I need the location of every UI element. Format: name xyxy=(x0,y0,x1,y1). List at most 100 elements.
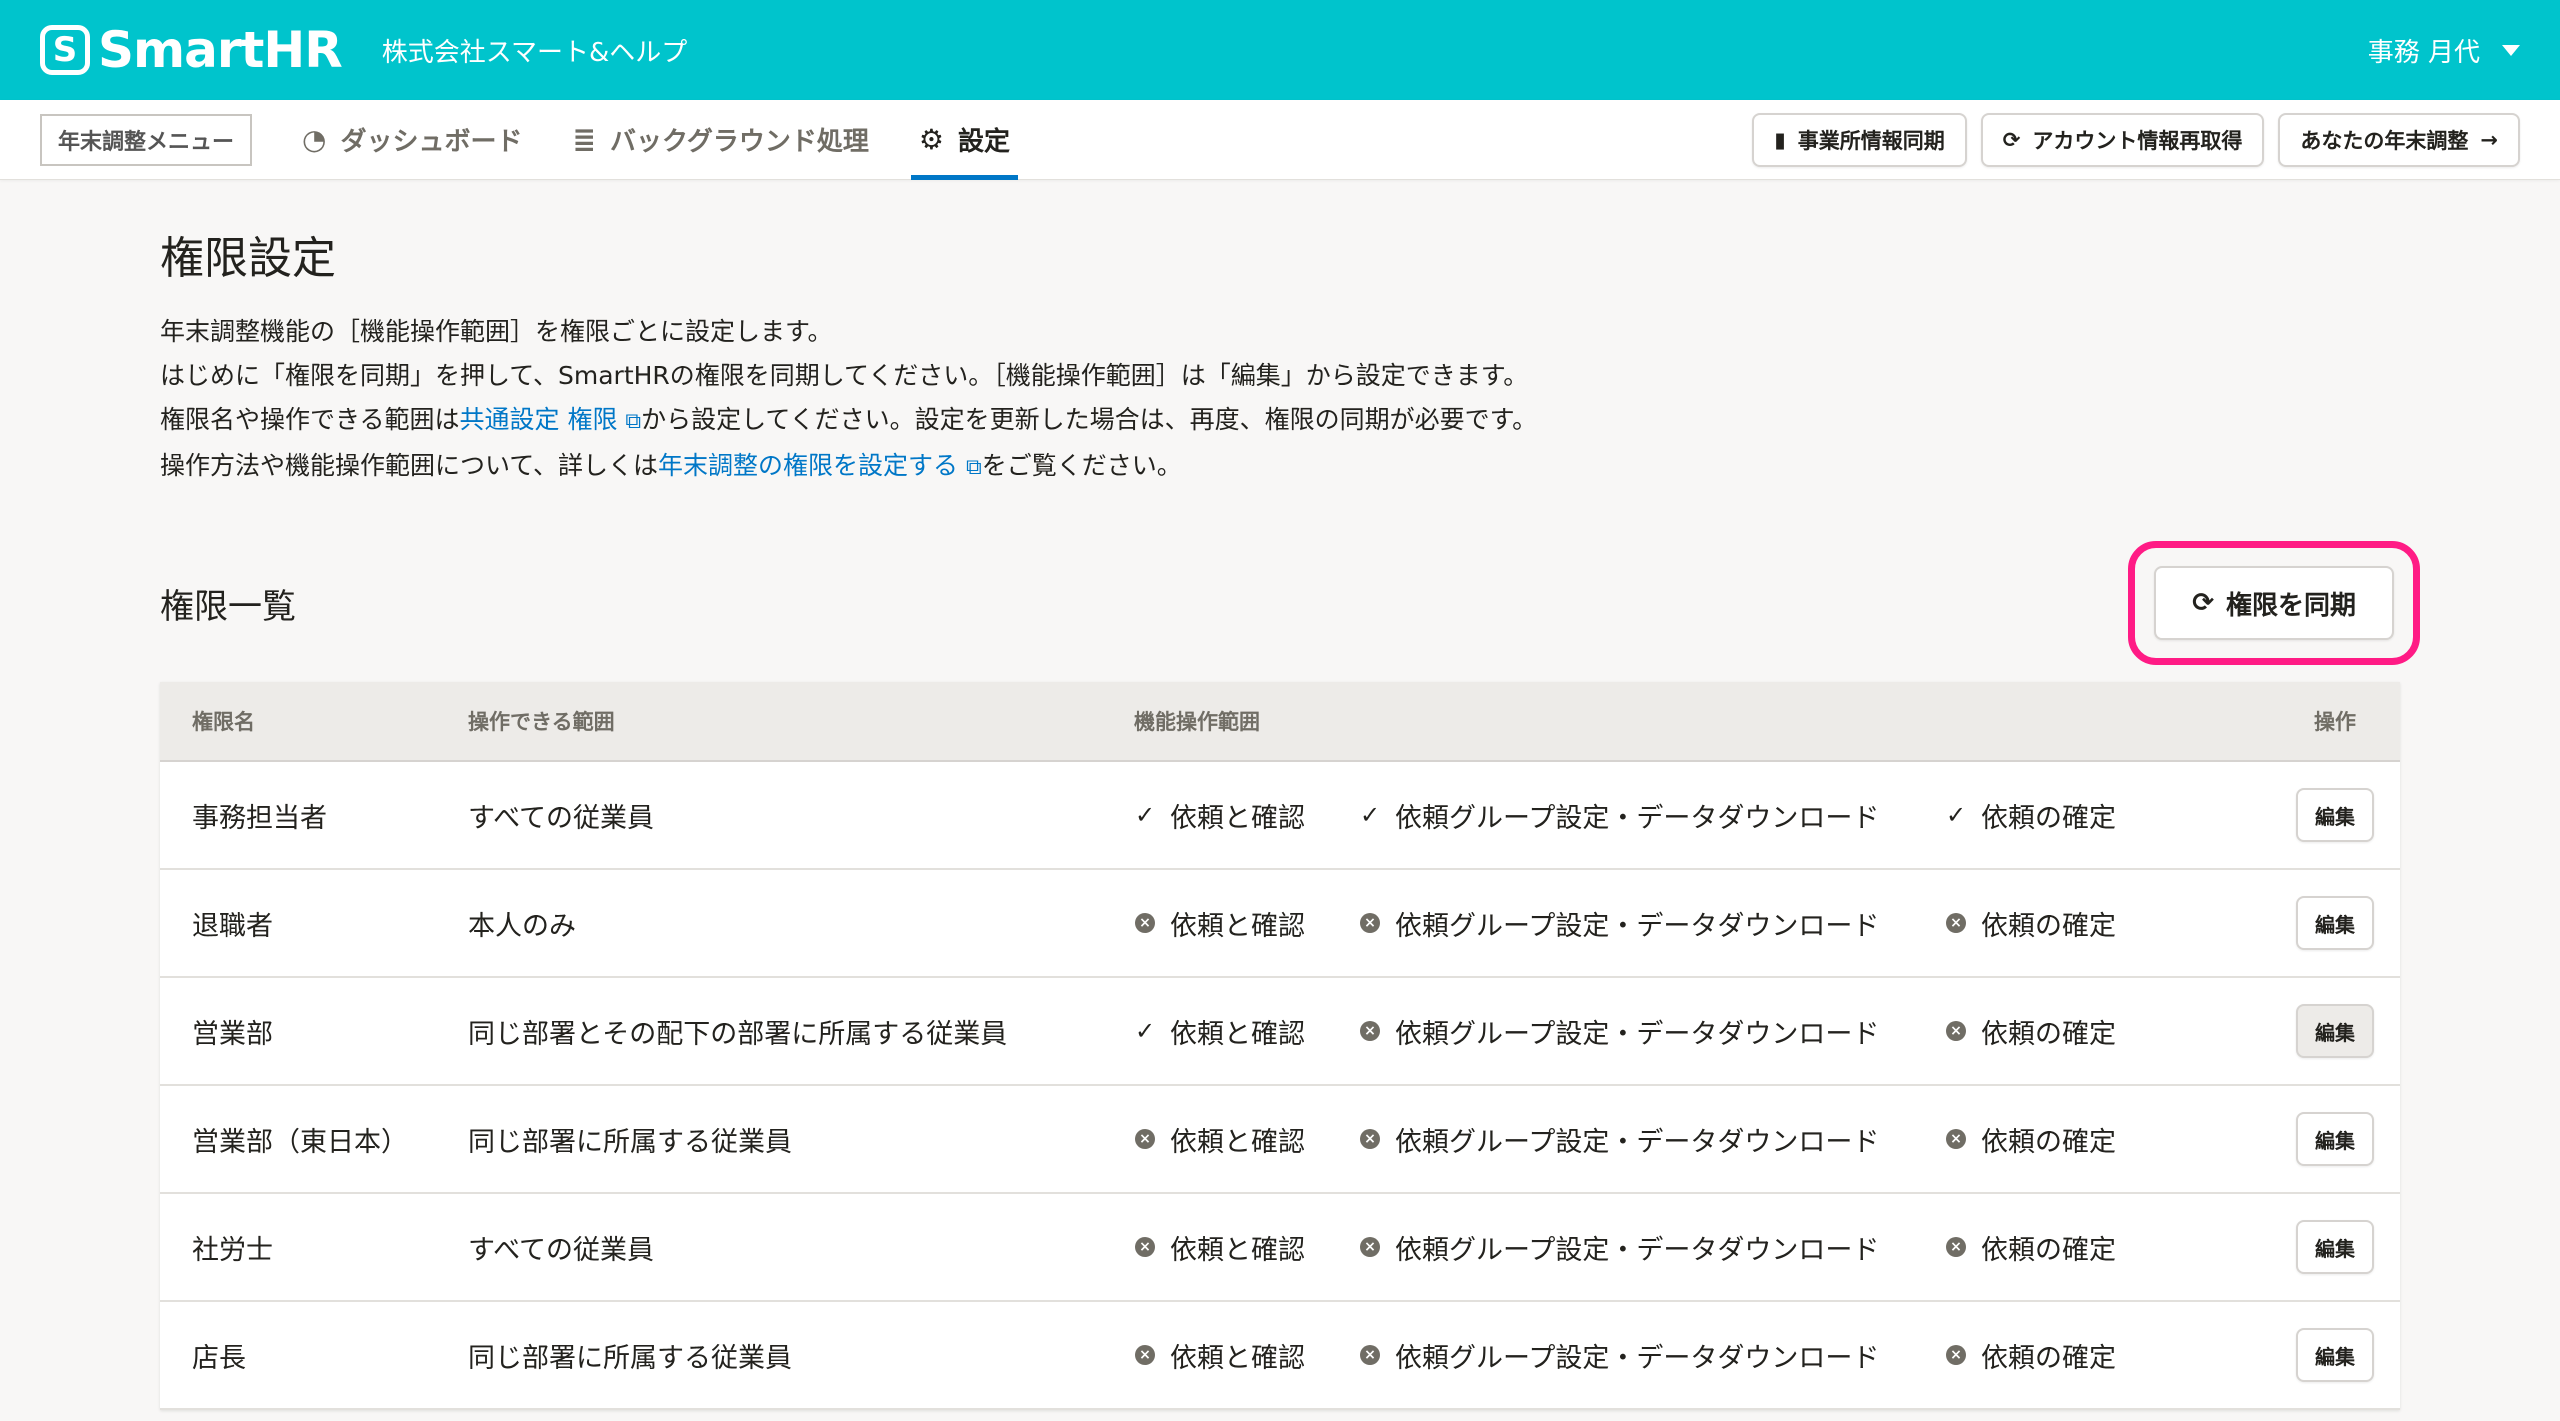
nav-dashboard-label: ダッシュボード xyxy=(340,127,523,157)
logo-text: SmartHR xyxy=(98,21,343,79)
x-circle-icon: × xyxy=(1134,1345,1156,1365)
role-actions: 編集 xyxy=(2270,1112,2400,1166)
function-label: 依頼グループ設定・データダウンロード xyxy=(1395,802,1880,834)
building-icon: ▮ xyxy=(1774,127,1786,152)
user-menu[interactable]: 事務 月代 xyxy=(2368,32,2520,69)
edit-button[interactable]: 編集 xyxy=(2296,1220,2374,1274)
function-label: 依頼グループ設定・データダウンロード xyxy=(1395,1126,1880,1158)
nav-bar: 年末調整メニュー ◔ ダッシュボード ≣ バックグラウンド処理 ⚙ 設定 ▮ 事… xyxy=(0,100,2560,180)
role-actions: 編集 xyxy=(2270,1220,2400,1274)
role-functions: × 依頼と確認 × 依頼グループ設定・データダウンロード × 依頼の確定 xyxy=(1134,1228,2270,1267)
function-label: 依頼の確定 xyxy=(1981,910,2116,942)
desc-line-3: 権限名や操作できる範囲は共通設定 権限 ⧉から設定してください。設定を更新した場… xyxy=(160,398,2400,444)
check-icon: ✓ xyxy=(1134,801,1156,829)
your-adjustment-button[interactable]: あなたの年末調整 → xyxy=(2278,112,2520,167)
highlight-frame: ⟳ 権限を同期 xyxy=(2128,541,2420,665)
function-item: × 依頼グループ設定・データダウンロード xyxy=(1359,1336,1945,1375)
function-item: × 依頼と確認 xyxy=(1134,904,1359,943)
top-header: S SmartHR 株式会社スマート&ヘルプ 事務 月代 xyxy=(0,0,2560,100)
desc-line-4: 操作方法や機能操作範囲について、詳しくは年末調整の権限を設定する ⧉をご覧くださ… xyxy=(160,444,2400,490)
role-name: 退職者 xyxy=(192,910,273,942)
function-item: × 依頼の確定 xyxy=(1945,1228,2116,1267)
header-name: 権限名 xyxy=(192,710,255,734)
nav-background-jobs[interactable]: ≣ バックグラウンド処理 xyxy=(572,100,868,180)
role-functions: × 依頼と確認 × 依頼グループ設定・データダウンロード × 依頼の確定 xyxy=(1134,904,2270,943)
external-link-icon: ⧉ xyxy=(965,455,982,480)
function-label: 依頼の確定 xyxy=(1981,1234,2116,1266)
x-circle-icon: × xyxy=(1945,1129,1967,1149)
desc-line-4-pre: 操作方法や機能操作範囲について、詳しくは xyxy=(160,451,659,480)
function-label: 依頼グループ設定・データダウンロード xyxy=(1395,1234,1880,1266)
common-settings-link[interactable]: 共通設定 権限 ⧉ xyxy=(460,405,642,434)
x-circle-icon: × xyxy=(1134,1129,1156,1149)
function-label: 依頼の確定 xyxy=(1981,1126,2116,1158)
menu-label: 年末調整メニュー xyxy=(40,113,253,166)
header-func: 機能操作範囲 xyxy=(1134,710,1260,734)
x-circle-icon: × xyxy=(1359,1021,1381,1041)
nav-dashboard[interactable]: ◔ ダッシュボード xyxy=(302,100,522,180)
role-scope: 本人のみ xyxy=(468,910,576,942)
role-name: 事務担当者 xyxy=(192,802,327,834)
role-name: 営業部 xyxy=(192,1018,273,1050)
page-title: 権限設定 xyxy=(160,233,336,284)
main-content: 権限設定 年末調整機能の［機能操作範囲］を権限ごとに設定します。 はじめに「権限… xyxy=(0,222,2560,1410)
user-name: 事務 月代 xyxy=(2367,37,2480,68)
refetch-account-button[interactable]: ⟳ アカウント情報再取得 xyxy=(1980,112,2265,167)
role-actions: 編集 xyxy=(2270,788,2400,842)
sync-permissions-button[interactable]: ⟳ 権限を同期 xyxy=(2154,566,2394,640)
nav-settings-label: 設定 xyxy=(958,127,1011,157)
function-item: × 依頼の確定 xyxy=(1945,1120,2116,1159)
role-scope: すべての従業員 xyxy=(468,1234,655,1266)
section-header: 権限一覧 ⟳ 権限を同期 xyxy=(160,538,2420,668)
logo-mark: S xyxy=(40,25,90,75)
table-row: 営業部 同じ部署とその配下の部署に所属する従業員 ✓ 依頼と確認 × 依頼グループ設定・デ… xyxy=(160,978,2400,1086)
function-label: 依頼の確定 xyxy=(1981,1342,2116,1374)
external-link-icon: ⧉ xyxy=(625,409,642,434)
role-actions: 編集 xyxy=(2270,896,2400,950)
function-item: × 依頼と確認 xyxy=(1134,1228,1359,1267)
function-label: 依頼と確認 xyxy=(1170,1234,1305,1266)
desc-line-3-pre: 権限名や操作できる範囲は xyxy=(160,405,460,434)
function-item: × 依頼グループ設定・データダウンロード xyxy=(1359,904,1945,943)
refresh-icon: ⟳ xyxy=(2192,588,2214,618)
database-icon: ≣ xyxy=(572,123,596,156)
function-item: × 依頼グループ設定・データダウンロード xyxy=(1359,1120,1945,1159)
function-item: × 依頼の確定 xyxy=(1945,1012,2116,1051)
edit-button[interactable]: 編集 xyxy=(2296,896,2374,950)
header-scope: 操作できる範囲 xyxy=(468,710,615,734)
sync-office-label: 事業所情報同期 xyxy=(1797,128,1945,153)
edit-button[interactable]: 編集 xyxy=(2296,1004,2374,1058)
x-circle-icon: × xyxy=(1945,913,1967,933)
role-functions: × 依頼と確認 × 依頼グループ設定・データダウンロード × 依頼の確定 xyxy=(1134,1120,2270,1159)
help-link[interactable]: 年末調整の権限を設定する ⧉ xyxy=(658,451,982,480)
nav-actions: ▮ 事業所情報同期 ⟳ アカウント情報再取得 あなたの年末調整 → xyxy=(1752,112,2520,167)
role-functions: ✓ 依頼と確認 ✓ 依頼グループ設定・データダウンロード ✓ 依頼の確定 xyxy=(1134,796,2270,835)
x-circle-icon: × xyxy=(1945,1021,1967,1041)
x-circle-icon: × xyxy=(1359,1237,1381,1257)
refetch-account-label: アカウント情報再取得 xyxy=(2032,128,2243,153)
function-item: ✓ 依頼の確定 xyxy=(1945,796,2116,835)
function-item: × 依頼と確認 xyxy=(1134,1336,1359,1375)
your-adjustment-label: あなたの年末調整 xyxy=(2300,128,2469,153)
header-op: 操作 xyxy=(2314,710,2356,734)
x-circle-icon: × xyxy=(1945,1237,1967,1257)
table-row: 退職者 本人のみ × 依頼と確認 × 依頼グループ設定・データダウンロード × 依頼の確定 編集 xyxy=(160,870,2400,978)
role-name: 営業部（東日本） xyxy=(192,1126,408,1158)
function-label: 依頼グループ設定・データダウンロード xyxy=(1395,910,1880,942)
table-row: 事務担当者 すべての従業員 ✓ 依頼と確認 ✓ 依頼グループ設定・データダウンロード ✓ 依頼… xyxy=(160,762,2400,870)
nav-settings[interactable]: ⚙ 設定 xyxy=(910,100,1019,180)
company-name: 株式会社スマート&ヘルプ xyxy=(381,37,688,68)
edit-button[interactable]: 編集 xyxy=(2296,788,2374,842)
role-name: 社労士 xyxy=(192,1234,273,1266)
x-circle-icon: × xyxy=(1359,1129,1381,1149)
permissions-table: 権限名 操作できる範囲 機能操作範囲 操作 事務担当者すべての従業員 ✓ 依頼と確認… xyxy=(160,682,2400,1410)
caret-down-icon xyxy=(2502,44,2520,56)
smarthr-logo[interactable]: S SmartHR xyxy=(40,21,343,79)
edit-button[interactable]: 編集 xyxy=(2296,1328,2374,1382)
sync-permissions-label: 権限を同期 xyxy=(2225,590,2356,621)
help-link-text: 年末調整の権限を設定する xyxy=(658,451,959,480)
edit-button[interactable]: 編集 xyxy=(2296,1112,2374,1166)
sync-office-button[interactable]: ▮ 事業所情報同期 xyxy=(1752,112,1967,167)
function-label: 依頼と確認 xyxy=(1170,802,1305,834)
check-icon: ✓ xyxy=(1359,801,1381,829)
